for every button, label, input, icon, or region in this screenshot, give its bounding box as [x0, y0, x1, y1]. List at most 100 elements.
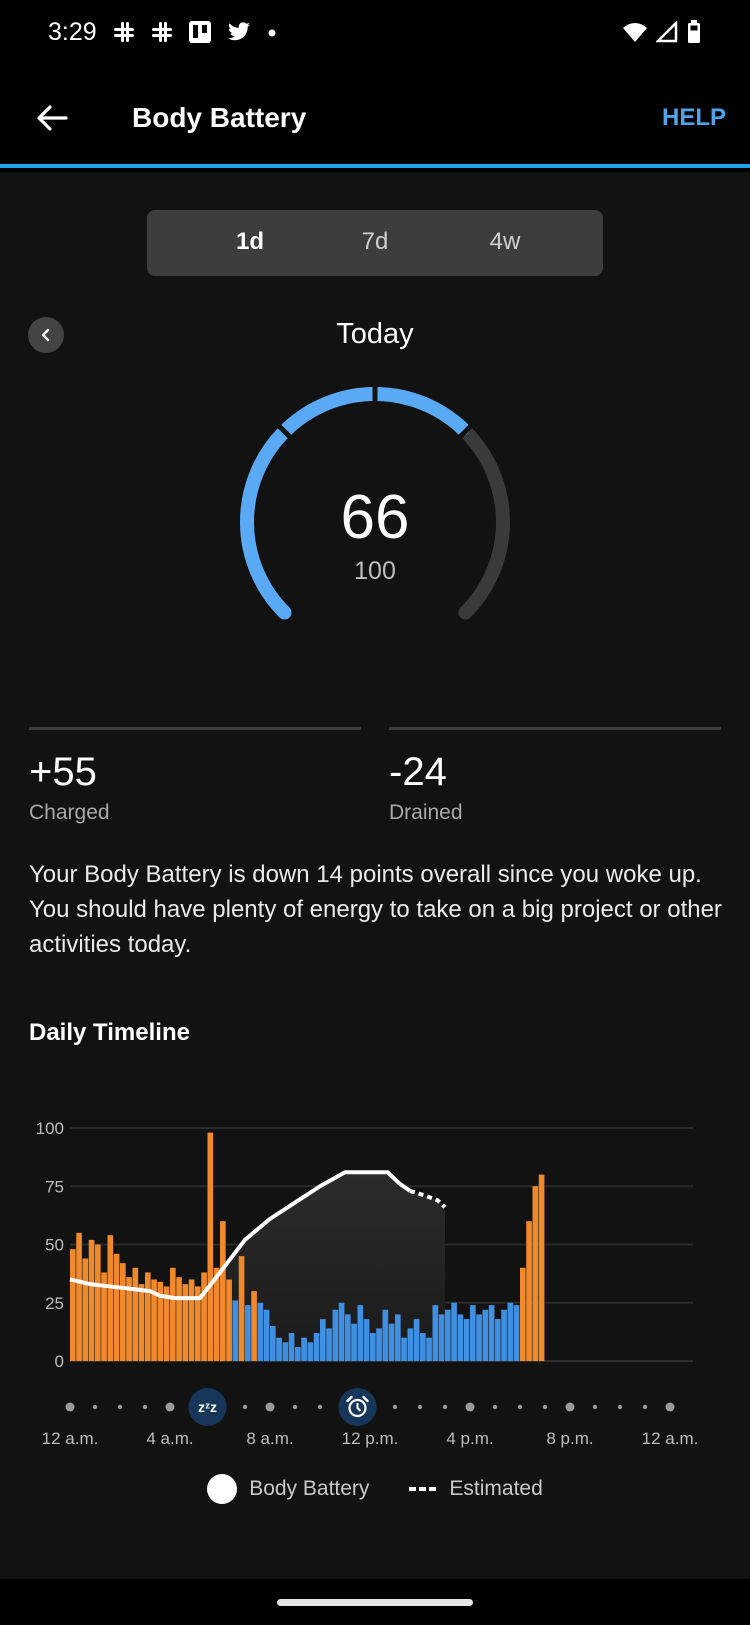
timeline-title: Daily Timeline [29, 1019, 190, 1046]
stress-bar [70, 1249, 76, 1361]
stress-bar [407, 1328, 414, 1361]
drained-label: Drained [389, 801, 463, 824]
gauge-value: 66 [340, 483, 410, 552]
stress-bar [207, 1132, 214, 1361]
stress-bar [263, 1309, 270, 1361]
stress-bar [257, 1302, 264, 1361]
stress-bar [338, 1302, 345, 1361]
status-time: 3:29 [48, 18, 97, 46]
divider [389, 727, 721, 730]
legend-body-battery-label: Body Battery [249, 1477, 370, 1500]
x-axis-tick-dot [317, 1404, 323, 1410]
stress-bar [232, 1300, 239, 1361]
stress-bar [513, 1305, 520, 1361]
divider [29, 727, 361, 730]
tab-7d[interactable]: 7d [335, 228, 415, 256]
stress-bar [382, 1309, 389, 1361]
x-axis-tick-dot [617, 1404, 623, 1410]
battery-icon [688, 20, 700, 43]
status-bar: 3:29 [0, 0, 750, 70]
chart-legend: Body Battery Estimated [0, 1474, 750, 1504]
stress-bar [363, 1319, 370, 1361]
stress-bar [120, 1263, 126, 1361]
tab-4w[interactable]: 4w [465, 228, 545, 256]
x-axis-tick-dot [665, 1402, 675, 1412]
y-tick-label: 75 [45, 1177, 64, 1196]
twitter-icon [228, 22, 250, 41]
x-tick-label: 12 a.m. [42, 1429, 99, 1448]
stress-bar [82, 1258, 89, 1361]
stress-bar [76, 1232, 82, 1361]
summary-text: Your Body Battery is down 14 points over… [29, 861, 722, 958]
stress-bar [282, 1342, 289, 1361]
x-axis-tick-dot [592, 1404, 598, 1410]
stress-bar [95, 1244, 101, 1361]
x-axis-tick-dot [417, 1404, 423, 1410]
stress-bar [145, 1272, 151, 1361]
stress-bar [320, 1319, 326, 1361]
gauge-max: 100 [354, 557, 396, 585]
stress-bar [532, 1186, 539, 1361]
stress-bar [307, 1342, 314, 1361]
wifi-icon [623, 23, 647, 42]
home-gesture-handle[interactable] [277, 1599, 473, 1606]
x-axis: zᶻz 12 a.m. 4 a.m. 8 a.m. 12 p.m. 4 p.m. 8 p.m… [42, 1388, 699, 1448]
x-tick-label: 8 a.m. [246, 1429, 293, 1448]
stress-bar [445, 1309, 451, 1361]
more-dot-icon [268, 29, 276, 37]
x-axis-tick-dot [442, 1404, 448, 1410]
stress-bar [495, 1319, 501, 1361]
stress-bar [251, 1291, 257, 1361]
x-tick-label: 12 a.m. [642, 1429, 699, 1448]
x-axis-tick-dot [292, 1404, 298, 1410]
help-button[interactable]: HELP [662, 104, 726, 132]
stress-bar [507, 1302, 514, 1361]
x-axis-tick-dot [492, 1404, 498, 1410]
stress-bar [132, 1267, 139, 1361]
stress-bar [438, 1314, 445, 1361]
x-axis-tick-dot [242, 1404, 248, 1410]
x-axis-tick-dot [117, 1404, 123, 1410]
stress-bar [270, 1326, 276, 1361]
stress-bar [326, 1328, 332, 1361]
stress-bar [113, 1253, 120, 1361]
stress-bar [226, 1279, 232, 1361]
stress-bar [432, 1305, 439, 1361]
stress-bar [520, 1267, 526, 1361]
stress-bar [376, 1328, 382, 1361]
range-selector: 1d 7d 4w [147, 210, 603, 276]
tab-1d[interactable]: 1d [210, 228, 290, 256]
x-tick-label: 4 a.m. [146, 1429, 193, 1448]
stress-bar [395, 1314, 401, 1361]
stress-bar [357, 1305, 364, 1361]
stress-bar [301, 1337, 307, 1361]
period-label: Today [336, 318, 414, 350]
x-axis-tick-dot [142, 1404, 148, 1410]
y-tick-label: 25 [45, 1294, 64, 1313]
legend-estimated-dash-icon [409, 1487, 438, 1491]
stress-bar [370, 1333, 376, 1361]
y-tick-label: 100 [36, 1119, 64, 1138]
daily-timeline-chart: 0 25 50 75 100 zᶻz 12 a.m. 4 a.m. 8 a.m. 12 p.m.… [36, 1119, 699, 1448]
x-axis-tick-dot [92, 1404, 98, 1410]
y-tick-label: 50 [45, 1236, 64, 1255]
stress-bar [88, 1239, 95, 1361]
wake-marker[interactable] [338, 1388, 377, 1426]
stress-bar [332, 1309, 339, 1361]
stress-bar [176, 1277, 182, 1361]
drained-value: -24 [389, 750, 447, 794]
stress-bar [345, 1314, 351, 1361]
stress-bar [457, 1314, 464, 1361]
page-title: Body Battery [132, 102, 307, 133]
charged-value: +55 [29, 750, 97, 794]
charged-label: Charged [29, 801, 110, 824]
stress-bar [295, 1347, 301, 1361]
x-axis-tick-dot [165, 1402, 175, 1412]
x-axis-tick-dot [565, 1402, 575, 1412]
system-icons [622, 20, 702, 44]
trello-icon [189, 21, 211, 43]
slack-icon [152, 22, 172, 42]
sleep-marker[interactable]: zᶻz [188, 1388, 227, 1426]
back-arrow-icon[interactable] [32, 98, 72, 138]
x-axis-tick-dot [517, 1404, 523, 1410]
